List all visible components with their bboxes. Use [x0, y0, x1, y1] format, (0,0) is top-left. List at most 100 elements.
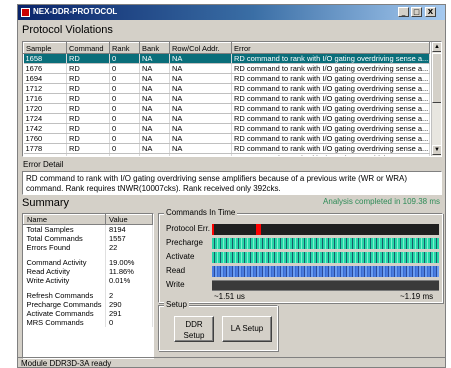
timeline-trace[interactable]: [212, 238, 439, 249]
scroll-down-icon[interactable]: ▼: [432, 145, 441, 155]
summary-row: Total Samples 8194: [23, 224, 153, 234]
summary-table[interactable]: Name Value Total Samples 8194 Total Command…: [22, 213, 154, 359]
table-cell: NA: [169, 83, 232, 94]
summary-title: Summary: [22, 197, 70, 209]
summary-value: 0: [105, 318, 153, 327]
table-cell: RD command to rank with I/O gating overd…: [231, 93, 430, 104]
ddr-setup-button[interactable]: DDR Setup: [174, 316, 214, 342]
timeline-trace[interactable]: [212, 224, 439, 235]
timeline-start-time: ~1.51 us: [214, 292, 245, 301]
column-header[interactable]: Command: [66, 42, 110, 54]
table-cell: RD command to rank with I/O gating overd…: [231, 113, 430, 124]
table-cell: NA: [139, 93, 170, 104]
summary-row: Write Activity 0.01%: [23, 276, 153, 285]
summary-value: 22: [105, 243, 153, 252]
violations-header-row: Sample Command Rank Bank Row/Col Addr. Error: [23, 42, 430, 54]
table-cell: 0: [109, 73, 140, 84]
table-row[interactable]: 1724 RD 0 NA NA RD command to rank with I/O g…: [23, 113, 430, 124]
table-cell: RD: [66, 93, 110, 104]
scroll-up-icon[interactable]: ▲: [432, 42, 441, 52]
table-cell: 1742: [23, 123, 67, 134]
scroll-thumb[interactable]: [432, 53, 441, 103]
summary-value: 291: [105, 309, 153, 318]
table-cell: 0: [109, 113, 140, 124]
timeline-trace[interactable]: [212, 280, 439, 291]
title-bar[interactable]: NEX-DDR-PROTOCOL _ □ X: [18, 5, 445, 20]
column-header[interactable]: Error: [231, 42, 430, 54]
table-cell: NA: [139, 133, 170, 144]
table-row[interactable]: 1716 RD 0 NA NA RD command to rank with I/O g…: [23, 93, 430, 104]
main-window: NEX-DDR-PROTOCOL _ □ X Protocol Violatio…: [17, 4, 446, 368]
column-header[interactable]: Rank: [109, 42, 140, 54]
table-cell: NA: [139, 123, 170, 134]
status-bar: Module DDR3D-3A ready: [18, 357, 445, 368]
summary-name: Read Activity: [23, 267, 106, 276]
table-row[interactable]: 1778 RD 0 NA NA RD command to rank with I/O g…: [23, 143, 430, 154]
table-cell: RD: [66, 83, 110, 94]
table-cell: NA: [139, 83, 170, 94]
table-row[interactable]: 1760 RD 0 NA NA RD command to rank with I/O g…: [23, 133, 430, 144]
summary-name: Precharge Commands: [23, 300, 106, 309]
timeline-trace[interactable]: [212, 266, 439, 277]
table-cell: NA: [169, 123, 232, 134]
error-marker: [212, 224, 214, 235]
table-row[interactable]: 1658 RD 0 NA NA RD command to rank with I/O g…: [23, 53, 430, 64]
column-header[interactable]: Sample: [23, 42, 67, 54]
table-cell: 1724: [23, 113, 67, 124]
table-row[interactable]: 1676 RD 0 NA NA RD command to rank with I/O g…: [23, 63, 430, 74]
table-cell: RD: [66, 113, 110, 124]
summary-name: Refresh Commands: [23, 291, 106, 300]
table-cell: 1676: [23, 63, 67, 74]
la-setup-button[interactable]: LA Setup: [222, 316, 272, 342]
timeline-row-label: Read: [166, 266, 186, 275]
table-cell: 1760: [23, 133, 67, 144]
timeline-trace[interactable]: [212, 252, 439, 263]
summary-name: Total Commands: [23, 234, 106, 243]
table-cell: RD: [66, 123, 110, 134]
setup-label: Setup: [164, 300, 189, 309]
table-cell: NA: [169, 63, 232, 74]
table-row[interactable]: 1712 RD 0 NA NA RD command to rank with I/O g…: [23, 83, 430, 94]
table-cell: RD: [66, 133, 110, 144]
table-cell: 0: [109, 93, 140, 104]
table-cell: NA: [139, 53, 170, 64]
table-cell: NA: [139, 153, 170, 156]
column-header[interactable]: Bank: [139, 42, 170, 54]
table-cell: NA: [139, 73, 170, 84]
table-cell: RD command to rank with I/O gating overd…: [231, 123, 430, 134]
column-header[interactable]: Row/Col Addr.: [169, 42, 232, 54]
summary-row: Command Activity 19.00%: [23, 258, 153, 267]
maximize-button[interactable]: □: [411, 7, 422, 17]
summary-name: MRS Commands: [23, 318, 106, 327]
error-marker: [256, 224, 261, 235]
table-cell: RD: [66, 153, 110, 156]
table-cell: NA: [139, 63, 170, 74]
minimize-button[interactable]: _: [398, 7, 409, 17]
table-cell: RD command to rank with I/O gating overd…: [231, 103, 430, 114]
summary-value: 19.00%: [105, 258, 153, 267]
timeline-end-time: ~1.19 ms: [400, 292, 434, 301]
violations-table[interactable]: Sample Command Rank Bank Row/Col Addr. Error …: [22, 41, 442, 157]
table-row[interactable]: 1742 RD 0 NA NA RD command to rank with I/O g…: [23, 123, 430, 134]
table-cell: 0: [109, 53, 140, 64]
table-cell: 0: [109, 143, 140, 154]
summary-row: Refresh Commands 2: [23, 291, 153, 300]
table-cell: RD: [66, 63, 110, 74]
table-cell: NA: [169, 133, 232, 144]
protocol-violations-title: Protocol Violations: [22, 24, 113, 36]
table-row[interactable]: 1796RD0NANARD command to rank with I/O g…: [23, 153, 430, 156]
violations-scrollbar[interactable]: ▲ ▼: [431, 42, 441, 156]
table-cell: RD command to rank with I/O gating overd…: [231, 83, 430, 94]
table-cell: RD command to rank with I/O gating overd…: [231, 63, 430, 74]
table-cell: 1778: [23, 143, 67, 154]
table-row[interactable]: 1694 RD 0 NA NA RD command to rank with I/O g…: [23, 73, 430, 84]
close-button[interactable]: X: [425, 7, 436, 17]
table-row[interactable]: 1720 RD 0 NA NA RD command to rank with I/O g…: [23, 103, 430, 114]
summary-row: Errors Found 22: [23, 243, 153, 252]
column-header[interactable]: Value: [105, 214, 153, 225]
table-cell: NA: [139, 103, 170, 114]
table-cell: 1712: [23, 83, 67, 94]
summary-row: Read Activity 11.86%: [23, 267, 153, 276]
table-cell: 0: [109, 133, 140, 144]
column-header[interactable]: Name: [23, 214, 106, 225]
